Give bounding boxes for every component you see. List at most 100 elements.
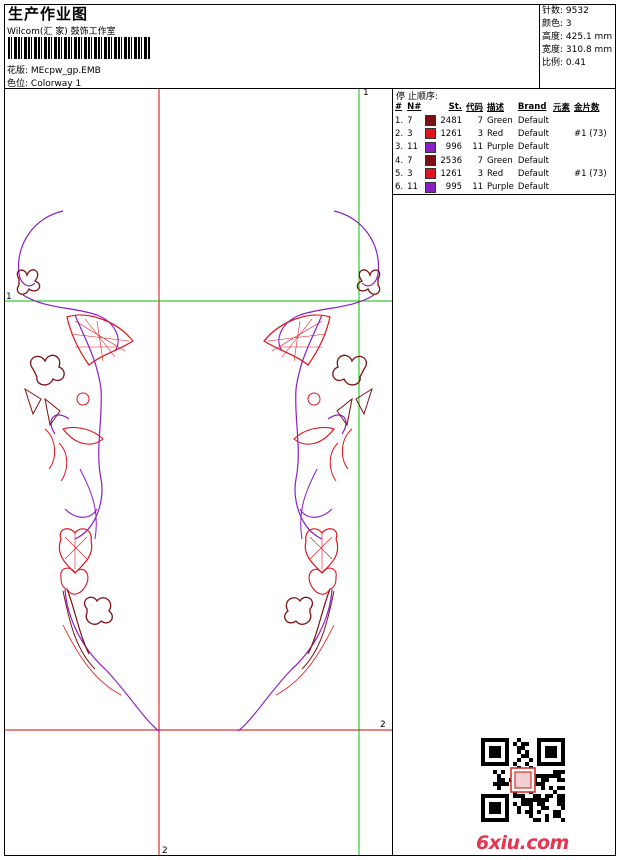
cell-element — [551, 127, 572, 140]
cell-code: 3 — [477, 168, 484, 179]
cell-needle: 11 — [407, 182, 418, 193]
table-row: 5. 3 1261 3 Red Default #1 (73) — [393, 167, 609, 180]
stat-height: 高度: 425.1 mm — [542, 32, 613, 42]
cell-sequin — [572, 141, 609, 154]
cell-stitches: 995 — [445, 182, 463, 193]
cell-desc: Green — [487, 115, 513, 126]
cell-color — [423, 167, 438, 180]
colorway-label: 色位: — [7, 79, 29, 89]
color-swatch — [425, 168, 437, 180]
design-info: 花版: MEcpw_gp.EMB — [7, 63, 101, 76]
stat-colors: 颜色: 3 — [542, 19, 572, 29]
company-name: Wilcom(汇 家) 鼓饰工作室 — [7, 27, 116, 37]
guide-label-2-bottom: 2 — [162, 846, 168, 856]
cell-color — [423, 114, 438, 127]
cell-needle: 11 — [407, 142, 418, 153]
col-brand: Brand — [517, 102, 547, 112]
cell-code: 11 — [472, 182, 484, 193]
color-swatch — [425, 141, 437, 153]
qr-code-icon — [481, 738, 565, 822]
table-header-row: # N# St. 代码 描述 Brand 元素 金片数 — [393, 100, 609, 114]
stat-scale: 比例: 0.41 — [542, 58, 586, 68]
colorway-info: 色位: Colorway 1 — [7, 76, 81, 89]
panel-divider — [392, 88, 393, 856]
cell-index: 3. — [395, 142, 404, 153]
cell-code: 7 — [477, 155, 484, 166]
design-canvas — [5, 89, 392, 855]
table-row: 4. 7 2536 7 Green Default — [393, 154, 609, 167]
cell-color — [423, 154, 438, 167]
cell-desc: Purple — [487, 182, 514, 193]
col-needle: N# — [407, 102, 422, 112]
color-swatch — [425, 181, 437, 193]
stat-stitches: 针数: 9532 — [542, 6, 589, 16]
guide-label-2-right: 2 — [380, 720, 386, 730]
col-color — [423, 100, 438, 114]
cell-needle: 3 — [407, 128, 413, 139]
cell-element — [551, 114, 572, 127]
stop-sequence-table: # N# St. 代码 描述 Brand 元素 金片数 1. 7 2481 7 Gree… — [393, 100, 609, 194]
col-sequin: 金片数 — [573, 103, 600, 113]
design-value: MEcpw_gp.EMB — [30, 66, 101, 76]
table-row: 1. 7 2481 7 Green Default — [393, 114, 609, 127]
guide-label-1-left: 1 — [6, 292, 12, 302]
cell-element — [551, 141, 572, 154]
cell-color — [423, 180, 438, 193]
table-row: 2. 3 1261 3 Red Default #1 (73) — [393, 127, 609, 140]
col-index: # — [395, 102, 403, 112]
watermark-brand: 6xiu.com — [476, 832, 569, 854]
cell-brand: Default — [517, 155, 549, 166]
table-divider — [392, 194, 616, 195]
cell-sequin — [572, 154, 609, 167]
cell-stitches: 1261 — [440, 168, 463, 179]
col-element: 元素 — [552, 103, 570, 113]
cell-needle: 7 — [407, 155, 413, 166]
stats-divider — [539, 4, 540, 88]
cell-brand: Default — [517, 182, 549, 193]
colorway-value: Colorway 1 — [30, 79, 82, 89]
frame-top — [4, 4, 616, 5]
cell-stitches: 996 — [445, 142, 463, 153]
embroidery-motif-left — [16, 210, 160, 732]
cell-stitches: 1261 — [440, 128, 463, 139]
cell-desc: Red — [487, 168, 504, 179]
cell-index: 1. — [395, 115, 404, 126]
barcode — [8, 37, 150, 59]
cell-sequin — [572, 114, 609, 127]
cell-sequin: #1 (73) — [573, 128, 607, 139]
frame-bottom — [4, 855, 616, 856]
cell-sequin: #1 (73) — [573, 168, 607, 179]
cell-code: 7 — [477, 115, 484, 126]
embroidery-motif-right — [237, 210, 381, 732]
color-swatch — [425, 128, 437, 140]
cell-brand: Default — [517, 168, 549, 179]
cell-color — [423, 141, 438, 154]
cell-index: 6. — [395, 182, 404, 193]
guide-label-1-top: 1 — [363, 88, 369, 98]
color-swatch — [425, 115, 437, 127]
cell-sequin — [572, 180, 609, 193]
cell-desc: Green — [487, 155, 513, 166]
table-row: 3. 11 996 11 Purple Default — [393, 141, 609, 154]
cell-element — [551, 154, 572, 167]
cell-needle: 3 — [407, 168, 413, 179]
cell-stitches: 2481 — [440, 115, 463, 126]
cell-brand: Default — [517, 142, 549, 153]
cell-element — [551, 180, 572, 193]
cell-index: 2. — [395, 128, 404, 139]
design-label: 花版: — [7, 66, 29, 76]
col-code: 代码 — [466, 103, 484, 113]
cell-needle: 7 — [407, 115, 413, 126]
cell-desc: Red — [487, 128, 504, 139]
cell-desc: Purple — [487, 142, 514, 153]
cell-index: 4. — [395, 155, 404, 166]
color-swatch — [425, 155, 437, 167]
cell-element — [551, 167, 572, 180]
col-stitches: St. — [448, 102, 463, 112]
cell-code: 3 — [477, 128, 484, 139]
stat-width: 宽度: 310.8 mm — [542, 45, 613, 55]
cell-stitches: 2536 — [440, 155, 463, 166]
cell-brand: Default — [517, 128, 549, 139]
cell-index: 5. — [395, 168, 404, 179]
table-row: 6. 11 995 11 Purple Default — [393, 180, 609, 193]
